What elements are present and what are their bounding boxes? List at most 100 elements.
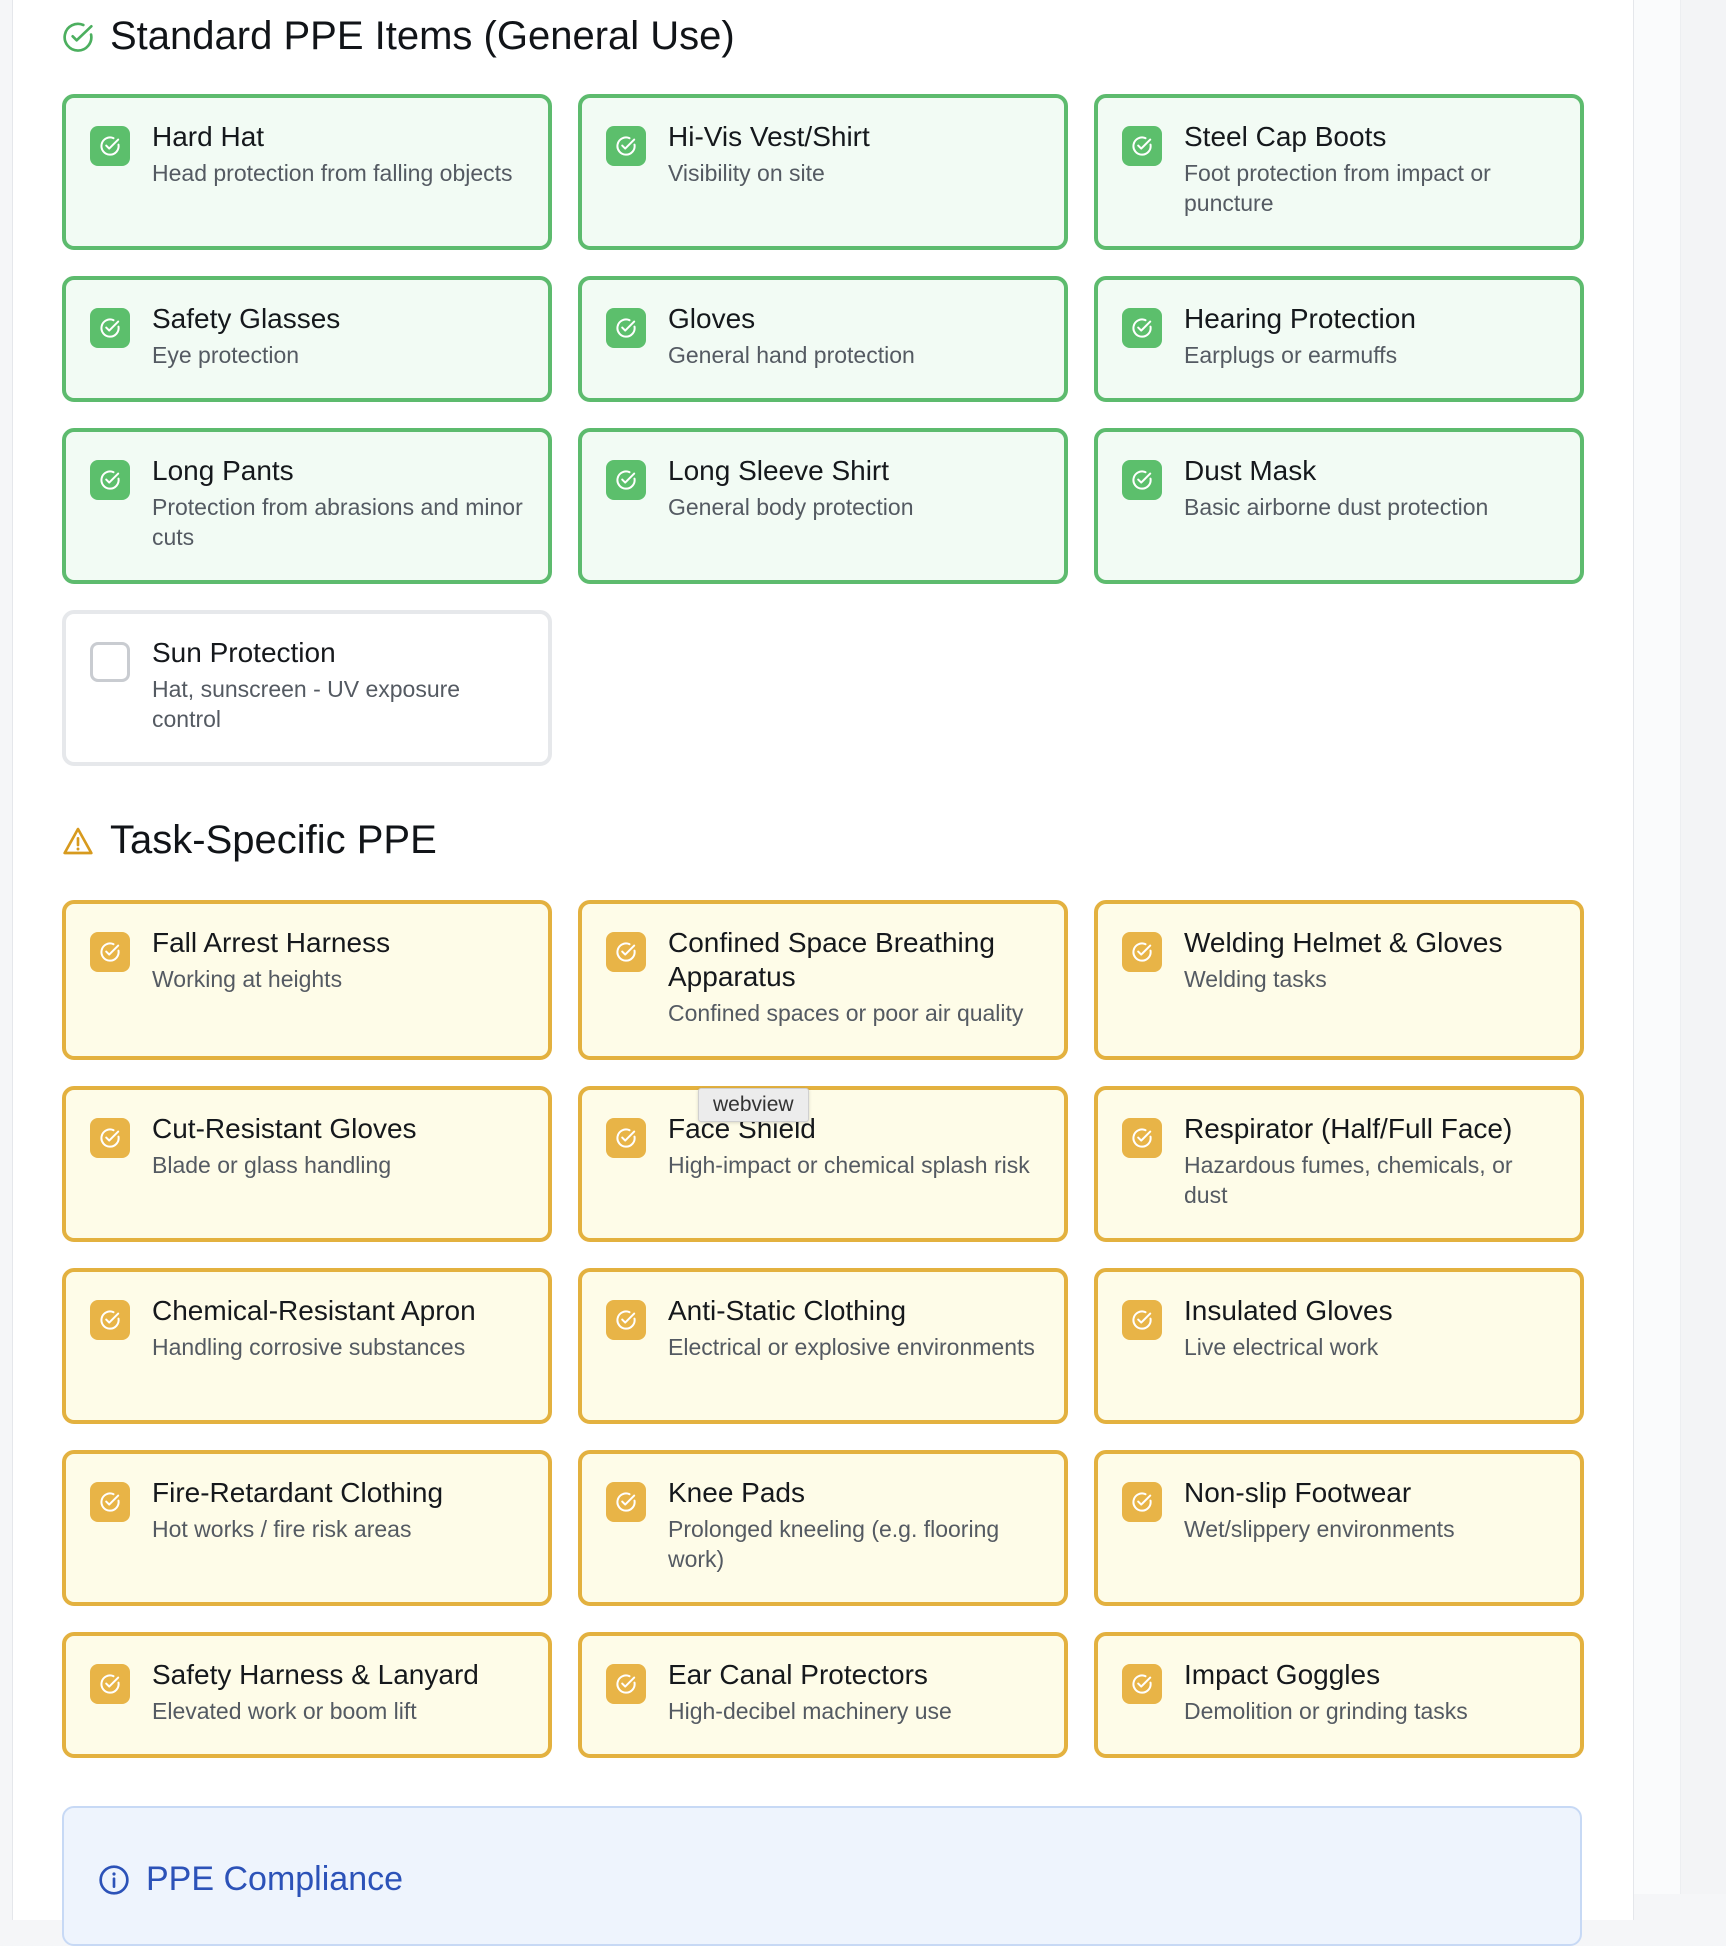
ppe-checkbox[interactable] bbox=[606, 308, 646, 348]
ppe-item-title: Gloves bbox=[668, 303, 756, 334]
ppe-card-long-sleeve-shirt[interactable]: Long Sleeve Shirt General body protection bbox=[578, 428, 1068, 584]
ppe-checkbox[interactable] bbox=[1122, 460, 1162, 500]
ppe-item-description: Electrical or explosive environments bbox=[668, 1334, 1035, 1360]
scrollbar-track[interactable] bbox=[1680, 0, 1726, 1894]
ppe-item-title: Hard Hat bbox=[152, 121, 265, 152]
ppe-checkbox[interactable] bbox=[90, 126, 130, 166]
check-circle-icon bbox=[100, 942, 120, 962]
ppe-card-impact-goggles[interactable]: Impact Goggles Demolition or grinding tas… bbox=[1094, 1632, 1584, 1758]
ppe-item-description: Working at heights bbox=[152, 966, 343, 992]
ppe-item-title: Fire-Retardant Clothing bbox=[152, 1477, 444, 1508]
ppe-checkbox[interactable] bbox=[606, 1664, 646, 1704]
ppe-checkbox[interactable] bbox=[90, 642, 130, 682]
compliance-header: PPE Compliance bbox=[98, 1860, 403, 1899]
ppe-item-description: Handling corrosive substances bbox=[152, 1334, 466, 1360]
ppe-item-title: Anti-Static Clothing bbox=[668, 1295, 907, 1326]
ppe-item-description: Wet/slippery environments bbox=[1184, 1516, 1455, 1542]
check-circle-icon bbox=[616, 942, 636, 962]
ppe-item-title: Long Sleeve Shirt bbox=[668, 455, 890, 486]
ppe-card-chemical-resistant-apron[interactable]: Chemical-Resistant Apron Handling corrosi… bbox=[62, 1268, 552, 1424]
ppe-checkbox[interactable] bbox=[606, 1482, 646, 1522]
ppe-item-title: Fall Arrest Harness bbox=[152, 927, 391, 958]
ppe-item-title: Cut-Resistant Gloves bbox=[152, 1113, 417, 1144]
ppe-item-description: Foot protection from impact or puncture bbox=[1184, 160, 1491, 216]
check-circle-icon bbox=[1132, 1128, 1152, 1148]
ppe-card-cut-resistant-gloves[interactable]: Cut-Resistant Gloves Blade or glass handl… bbox=[62, 1086, 552, 1242]
ppe-checkbox[interactable] bbox=[606, 1118, 646, 1158]
ppe-checkbox[interactable] bbox=[90, 1118, 130, 1158]
ppe-checkbox[interactable] bbox=[1122, 1300, 1162, 1340]
ppe-checkbox[interactable] bbox=[1122, 1482, 1162, 1522]
ppe-item-description: Eye protection bbox=[152, 342, 300, 368]
check-circle-icon bbox=[100, 1492, 120, 1512]
ppe-checkbox[interactable] bbox=[1122, 1664, 1162, 1704]
ppe-card-hearing-protection[interactable]: Hearing Protection Earplugs or earmuffs bbox=[1094, 276, 1584, 402]
ppe-checkbox[interactable] bbox=[90, 460, 130, 500]
ppe-card-fall-arrest-harness[interactable]: Fall Arrest Harness Working at heights bbox=[62, 900, 552, 1060]
ppe-card-sun-protection[interactable]: Sun Protection Hat, sunscreen - UV exposu… bbox=[62, 610, 552, 766]
ppe-item-title: Hi-Vis Vest/Shirt bbox=[668, 121, 870, 152]
standard-ppe-grid: Hard Hat Head protection from falling obj… bbox=[62, 94, 1584, 766]
ppe-checkbox[interactable] bbox=[606, 932, 646, 972]
ppe-card-welding-helmet-gloves[interactable]: Welding Helmet & Gloves Welding tasks bbox=[1094, 900, 1584, 1060]
ppe-item-title: Dust Mask bbox=[1184, 455, 1317, 486]
compliance-panel: PPE Compliance bbox=[62, 1806, 1582, 1946]
ppe-card-respirator-half-full-face[interactable]: Respirator (Half/Full Face) Hazardous fum… bbox=[1094, 1086, 1584, 1242]
ppe-card-steel-cap-boots[interactable]: Steel Cap Boots Foot protection from impa… bbox=[1094, 94, 1584, 250]
ppe-checkbox[interactable] bbox=[90, 308, 130, 348]
ppe-card-hard-hat[interactable]: Hard Hat Head protection from falling obj… bbox=[62, 94, 552, 250]
ppe-card-confined-space-breathing-apparatus[interactable]: Confined Space Breathing Apparatus Confin… bbox=[578, 900, 1068, 1060]
ppe-checkbox[interactable] bbox=[1122, 1118, 1162, 1158]
ppe-item-description: Live electrical work bbox=[1184, 1334, 1379, 1360]
ppe-item-description: Protection from abrasions and minor cuts bbox=[152, 494, 523, 550]
check-circle-icon bbox=[616, 1310, 636, 1330]
ppe-checkbox[interactable] bbox=[606, 126, 646, 166]
ppe-item-title: Chemical-Resistant Apron bbox=[152, 1295, 476, 1326]
ppe-card-gloves[interactable]: Gloves General hand protection bbox=[578, 276, 1068, 402]
task-section-title: Task-Specific PPE bbox=[110, 818, 437, 862]
check-circle-icon bbox=[1132, 942, 1152, 962]
ppe-item-title: Sun Protection bbox=[152, 637, 336, 668]
check-circle-icon bbox=[616, 136, 636, 156]
ppe-item-description: Elevated work or boom lift bbox=[152, 1698, 417, 1724]
ppe-checkbox[interactable] bbox=[1122, 126, 1162, 166]
ppe-item-title: Ear Canal Protectors bbox=[668, 1659, 928, 1690]
ppe-item-description: Blade or glass handling bbox=[152, 1152, 392, 1178]
ppe-item-description: Earplugs or earmuffs bbox=[1184, 342, 1398, 368]
ppe-checkbox[interactable] bbox=[90, 1664, 130, 1704]
warning-triangle-icon bbox=[63, 827, 93, 854]
ppe-checkbox[interactable] bbox=[606, 1300, 646, 1340]
ppe-item-description: Demolition or grinding tasks bbox=[1184, 1698, 1468, 1724]
check-circle-icon bbox=[616, 1128, 636, 1148]
ppe-card-safety-harness-lanyard[interactable]: Safety Harness & Lanyard Elevated work or… bbox=[62, 1632, 552, 1758]
ppe-card-knee-pads[interactable]: Knee Pads Prolonged kneeling (e.g. floori… bbox=[578, 1450, 1068, 1606]
ppe-checkbox[interactable] bbox=[606, 460, 646, 500]
check-circle-icon bbox=[616, 318, 636, 338]
ppe-checkbox[interactable] bbox=[90, 1482, 130, 1522]
ppe-card-anti-static-clothing[interactable]: Anti-Static Clothing Electrical or explos… bbox=[578, 1268, 1068, 1424]
ppe-item-description: Head protection from falling objects bbox=[152, 160, 513, 186]
ppe-card-hi-vis-vest-shirt[interactable]: Hi-Vis Vest/Shirt Visibility on site bbox=[578, 94, 1068, 250]
ppe-checkbox[interactable] bbox=[90, 932, 130, 972]
ppe-card-ear-canal-protectors[interactable]: Ear Canal Protectors High-decibel machine… bbox=[578, 1632, 1068, 1758]
compliance-title: PPE Compliance bbox=[146, 1860, 404, 1898]
ppe-card-dust-mask[interactable]: Dust Mask Basic airborne dust protection bbox=[1094, 428, 1584, 584]
ppe-checkbox[interactable] bbox=[1122, 932, 1162, 972]
ppe-card-fire-retardant-clothing[interactable]: Fire-Retardant Clothing Hot works / fire … bbox=[62, 1450, 552, 1606]
ppe-card-face-shield[interactable]: Face Shield High-impact or chemical splas… bbox=[578, 1086, 1068, 1242]
ppe-checkbox[interactable] bbox=[1122, 308, 1162, 348]
ppe-item-title: Hearing Protection bbox=[1184, 303, 1416, 334]
ppe-item-description: Hot works / fire risk areas bbox=[152, 1516, 412, 1542]
ppe-item-title: Knee Pads bbox=[668, 1477, 805, 1508]
ppe-card-long-pants[interactable]: Long Pants Protection from abrasions and … bbox=[62, 428, 552, 584]
ppe-card-non-slip-footwear[interactable]: Non-slip Footwear Wet/slippery environmen… bbox=[1094, 1450, 1584, 1606]
check-circle-icon bbox=[616, 470, 636, 490]
ppe-card-insulated-gloves[interactable]: Insulated Gloves Live electrical work bbox=[1094, 1268, 1584, 1424]
task-ppe-grid: Fall Arrest Harness Working at heights Con… bbox=[62, 900, 1584, 1758]
ppe-item-description: Visibility on site bbox=[668, 160, 825, 186]
ppe-item-description: Welding tasks bbox=[1184, 966, 1327, 992]
ppe-checkbox[interactable] bbox=[90, 1300, 130, 1340]
ppe-item-title: Insulated Gloves bbox=[1184, 1295, 1393, 1326]
check-circle-icon bbox=[1132, 1674, 1152, 1694]
ppe-card-safety-glasses[interactable]: Safety Glasses Eye protection bbox=[62, 276, 552, 402]
